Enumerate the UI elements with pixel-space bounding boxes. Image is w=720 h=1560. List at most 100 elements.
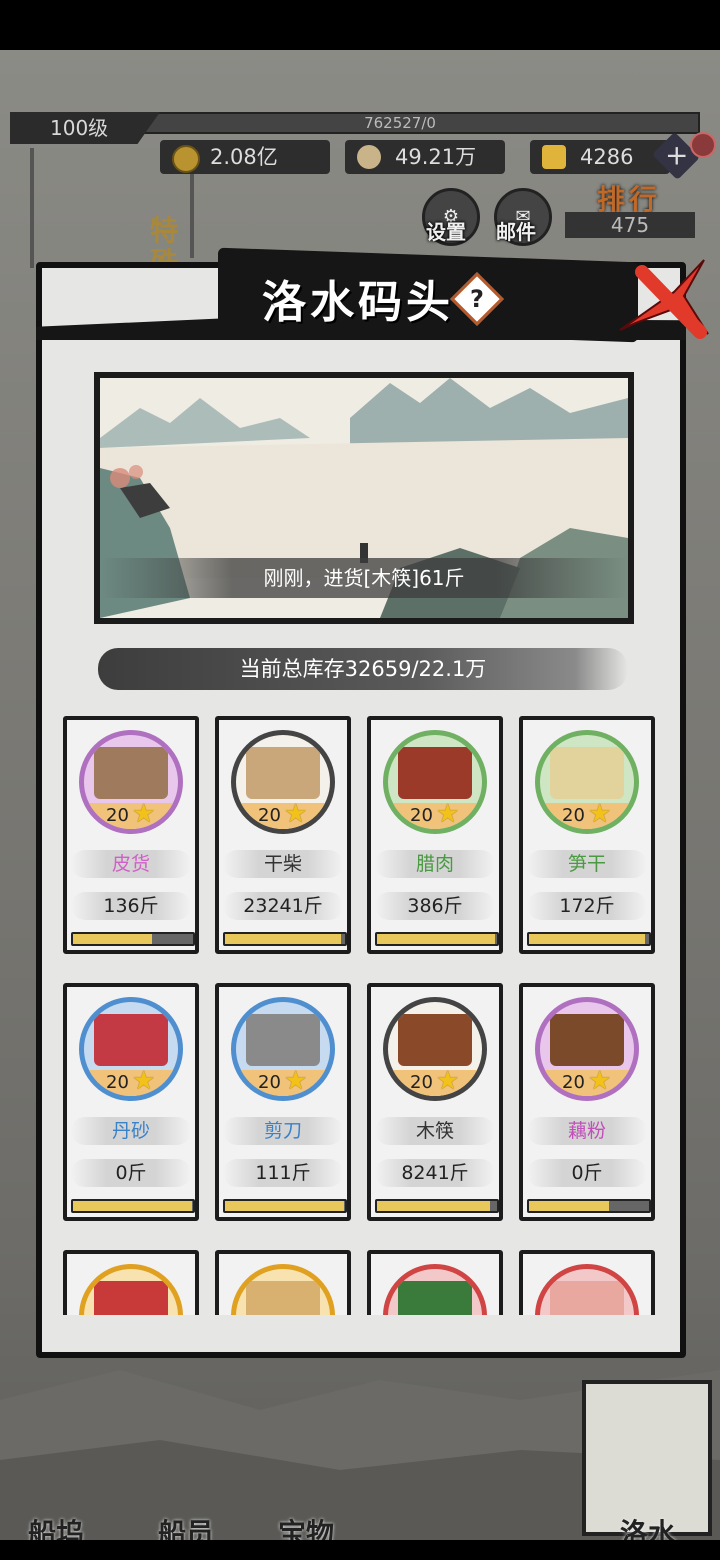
goods-icon	[398, 747, 472, 799]
goods-icon	[246, 1014, 320, 1066]
dialog-content[interactable]: 刚刚，进货[木筷]61斤 当前总库存32659/22.1万 20 ★ 皮货 13…	[46, 340, 678, 1315]
goods-icon	[246, 747, 320, 799]
goods-progress-bar	[223, 932, 347, 946]
level-badge: 100级	[10, 112, 160, 144]
goods-progress-bar	[223, 1199, 347, 1213]
goods-level: 20 ★	[84, 1066, 178, 1096]
goods-card[interactable]: 20 ★ 笋干 172斤	[519, 716, 655, 954]
close-icon[interactable]	[612, 252, 712, 342]
goods-progress-bar	[527, 932, 651, 946]
background-line	[30, 148, 34, 268]
goods-progress-fill	[225, 934, 342, 944]
goods-level: 20 ★	[84, 799, 178, 829]
exp-text: 762527/0	[364, 114, 436, 132]
goods-amount: 8241斤	[375, 1159, 495, 1187]
goods-card[interactable]: 20 ★ 剪刀 111斤	[215, 983, 351, 1221]
coin-counter: 2.08亿	[160, 140, 330, 174]
notification-dot	[690, 132, 716, 158]
gold-counter: 4286	[530, 140, 670, 174]
goods-level: 20 ★	[388, 799, 482, 829]
dock-landscape-image: 刚刚，进货[木筷]61斤	[94, 372, 634, 624]
rank-button[interactable]: 排行 475	[565, 178, 695, 238]
goods-progress-bar	[375, 1199, 499, 1213]
help-icon: ?	[470, 285, 484, 313]
goods-icon-frame: 20 ★	[231, 997, 335, 1101]
goods-amount: 386斤	[375, 892, 495, 920]
coin-icon	[172, 145, 200, 173]
goods-card[interactable]: 20 ★ 藕粉 0斤	[519, 983, 655, 1221]
goods-icon-frame: ★	[79, 1264, 183, 1315]
goods-level: 20 ★	[540, 1066, 634, 1096]
goods-progress-bar	[375, 932, 499, 946]
star-icon: ★	[284, 1066, 308, 1096]
goods-icon	[550, 1281, 624, 1315]
coin-value: 2.08亿	[210, 145, 278, 169]
star-icon: ★	[436, 799, 460, 829]
goods-card[interactable]: ★	[63, 1250, 199, 1315]
goods-level-value: 20	[562, 805, 585, 826]
goods-level: 20 ★	[540, 799, 634, 829]
goods-level-value: 20	[258, 805, 281, 826]
goods-icon	[246, 1281, 320, 1315]
dialog-title: 洛水码头	[262, 277, 454, 328]
goods-name: 丹砂	[71, 1117, 191, 1145]
goods-name: 笋干	[527, 850, 647, 878]
mail-label: 邮件	[496, 220, 536, 244]
settings-label: 设置	[426, 220, 466, 244]
silver-counter: 49.21万	[345, 140, 505, 174]
goods-icon	[94, 1281, 168, 1315]
goods-icon	[398, 1014, 472, 1066]
silver-value: 49.21万	[395, 145, 477, 169]
goods-icon-frame: ★	[383, 1264, 487, 1315]
goods-progress-fill	[529, 1201, 610, 1211]
navigation-bar	[0, 1540, 720, 1560]
goods-level-value: 20	[106, 1072, 129, 1093]
silver-icon	[357, 145, 381, 169]
goods-icon-frame: 20 ★	[79, 730, 183, 834]
goods-level: 20 ★	[236, 799, 330, 829]
goods-level-value: 20	[562, 1072, 585, 1093]
goods-icon	[94, 747, 168, 799]
goods-icon	[398, 1281, 472, 1315]
star-icon: ★	[132, 799, 156, 829]
goods-icon-frame: ★	[231, 1264, 335, 1315]
rank-value: 475	[565, 212, 695, 238]
goods-progress-bar	[71, 932, 195, 946]
goods-level-value: 20	[410, 805, 433, 826]
goods-progress-fill	[529, 934, 646, 944]
goods-card[interactable]: 20 ★ 腊肉 386斤	[367, 716, 503, 954]
goods-icon-frame: 20 ★	[79, 997, 183, 1101]
goods-icon-frame: 20 ★	[535, 730, 639, 834]
goods-name: 腊肉	[375, 850, 495, 878]
goods-progress-bar	[71, 1199, 195, 1213]
goods-card[interactable]: 20 ★ 木筷 8241斤	[367, 983, 503, 1221]
goods-amount: 136斤	[71, 892, 191, 920]
status-bar	[0, 0, 720, 50]
goods-name: 藕粉	[527, 1117, 647, 1145]
goods-icon-frame: 20 ★	[383, 997, 487, 1101]
goods-amount: 0斤	[527, 1159, 647, 1187]
star-icon: ★	[284, 799, 308, 829]
goods-icon	[550, 747, 624, 799]
goods-level: 20 ★	[236, 1066, 330, 1096]
goods-amount: 0斤	[71, 1159, 191, 1187]
transaction-log: 刚刚，进货[木筷]61斤	[100, 558, 628, 598]
goods-card[interactable]: 20 ★ 干柴 23241斤	[215, 716, 351, 954]
goods-card[interactable]: 20 ★ 皮货 136斤	[63, 716, 199, 954]
goods-icon-frame: 20 ★	[535, 997, 639, 1101]
goods-amount: 23241斤	[223, 892, 343, 920]
goods-card[interactable]: ★	[519, 1250, 655, 1315]
star-icon: ★	[132, 1066, 156, 1096]
goods-amount: 172斤	[527, 892, 647, 920]
total-stock: 当前总库存32659/22.1万	[98, 648, 628, 690]
goods-name: 木筷	[375, 1117, 495, 1145]
goods-progress-fill	[73, 1201, 192, 1211]
star-icon: ★	[436, 1066, 460, 1096]
star-icon: ★	[588, 1066, 612, 1096]
star-icon: ★	[588, 799, 612, 829]
goods-card[interactable]: ★	[215, 1250, 351, 1315]
goods-card[interactable]: 20 ★ 丹砂 0斤	[63, 983, 199, 1221]
goods-icon	[94, 1014, 168, 1066]
gold-value: 4286	[580, 145, 634, 169]
goods-card[interactable]: ★	[367, 1250, 503, 1315]
